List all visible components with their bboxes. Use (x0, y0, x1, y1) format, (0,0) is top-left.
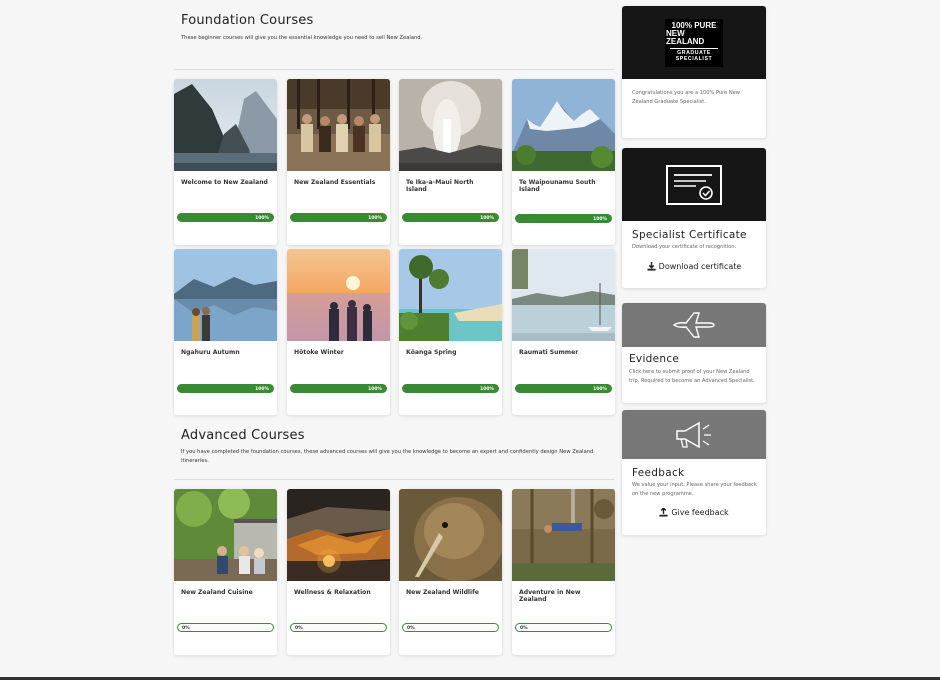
evidence-tile (622, 303, 766, 347)
course-card-summer[interactable]: Raumati Summer 100% (512, 249, 615, 415)
download-certificate-label: Download certificate (658, 261, 742, 271)
foundation-description: These beginner courses will give you the… (181, 35, 423, 41)
feedback-description: We value your input. Please share your f… (632, 482, 757, 497)
course-title: Ngahuru Autumn (181, 349, 240, 356)
progress-bar: 0% (290, 623, 387, 632)
course-card-adventure[interactable]: Adventure in New Zealand 0% (512, 489, 615, 655)
progress-label: 100% (368, 215, 382, 221)
progress-bar: 0% (402, 623, 499, 632)
progress-bar: 100% (177, 213, 274, 222)
progress-bar: 100% (402, 384, 499, 393)
progress-label: 100% (593, 386, 607, 392)
course-thumbnail (399, 249, 502, 341)
feedback-tile (622, 410, 766, 459)
airplane-icon (672, 312, 715, 338)
course-card-wellness[interactable]: Wellness & Relaxation 0% (287, 489, 390, 655)
progress-bar: 100% (290, 384, 387, 393)
progress-bar: 100% (290, 213, 387, 222)
download-certificate-button[interactable]: Download certificate (622, 261, 766, 271)
progress-label: 100% (255, 386, 269, 392)
certificate-icon (666, 164, 722, 205)
course-title: Raumati Summer (519, 349, 579, 356)
course-card-north-island[interactable]: Te Ika-a-Maui North Island 100% (399, 79, 502, 245)
graduate-specialist-logo: 100% PURE NEW ZEALAND GRADUATE SPECIALIS… (665, 18, 723, 67)
progress-bar: 100% (515, 384, 612, 393)
course-card-welcome[interactable]: Welcome to New Zealand 100% (174, 79, 277, 245)
advanced-description: If you have completed the foundation cou… (181, 449, 594, 464)
progress-label: 100% (593, 216, 607, 222)
progress-label: 0% (295, 625, 303, 631)
certificate-panel[interactable]: Specialist Certificate Download your cer… (622, 148, 766, 288)
foundation-header: Foundation Courses These beginner course… (181, 13, 422, 43)
logo-line2: NEW ZEALAND (666, 28, 705, 46)
upload-icon (659, 508, 668, 517)
advanced-header: Advanced Courses If you have completed t… (181, 428, 601, 465)
download-icon (647, 261, 656, 271)
foundation-title: Foundation Courses (181, 13, 314, 28)
course-title: Te Waipounamu South Island (519, 179, 596, 194)
certificate-tile (622, 148, 766, 221)
logo-line4: SPECIALIST (675, 56, 713, 63)
course-thumbnail (512, 489, 615, 581)
progress-label: 0% (407, 625, 415, 631)
course-title: Hōtoke Winter (294, 349, 344, 356)
divider (174, 479, 615, 480)
megaphone-icon (676, 421, 711, 448)
progress-label: 100% (255, 215, 269, 221)
course-title: New Zealand Wildlife (406, 589, 479, 596)
progress-label: 0% (520, 625, 528, 631)
feedback-title: Feedback (632, 467, 685, 479)
course-title: Adventure in New Zealand (519, 589, 581, 604)
course-thumbnail (287, 249, 390, 341)
course-thumbnail (512, 249, 615, 341)
course-card-essentials[interactable]: New Zealand Essentials 100% (287, 79, 390, 245)
course-thumbnail (174, 249, 277, 341)
course-thumbnail (287, 489, 390, 581)
feedback-panel[interactable]: Feedback We value your input. Please sha… (622, 410, 766, 535)
progress-bar: 100% (402, 213, 499, 222)
course-card-autumn[interactable]: Ngahuru Autumn 100% (174, 249, 277, 415)
course-title: New Zealand Essentials (294, 179, 376, 186)
specialist-badge-panel: 100% PURE NEW ZEALAND GRADUATE SPECIALIS… (622, 6, 766, 138)
course-title: Te Ika-a-Maui North Island (406, 179, 474, 194)
course-title: New Zealand Cuisine (181, 589, 253, 596)
progress-bar: 0% (515, 623, 612, 632)
course-thumbnail (287, 79, 390, 171)
course-thumbnail (512, 79, 615, 171)
course-thumbnail (174, 79, 277, 171)
progress-bar: 100% (515, 214, 612, 223)
course-card-spring[interactable]: Kōanga Spring 100% (399, 249, 502, 415)
certificate-description: Download your certificate of recognition… (632, 244, 737, 250)
progress-bar: 0% (177, 623, 274, 632)
course-thumbnail (399, 489, 502, 581)
course-card-winter[interactable]: Hōtoke Winter 100% (287, 249, 390, 415)
course-title: Welcome to New Zealand (181, 179, 268, 186)
badge-tile: 100% PURE NEW ZEALAND GRADUATE SPECIALIS… (622, 6, 766, 79)
certificate-title: Specialist Certificate (632, 229, 747, 241)
evidence-panel[interactable]: Evidence Click here to submit proof of y… (622, 303, 766, 403)
progress-label: 100% (368, 386, 382, 392)
evidence-description: Click here to submit proof of your New Z… (629, 369, 755, 384)
progress-bar: 100% (177, 384, 274, 393)
badge-description: Congratulations you are a 100% Pure New … (632, 90, 740, 105)
give-feedback-label: Give feedback (671, 508, 729, 518)
course-title: Kōanga Spring (406, 349, 457, 356)
course-title: Wellness & Relaxation (294, 589, 371, 596)
course-card-cuisine[interactable]: New Zealand Cuisine 0% (174, 489, 277, 655)
progress-label: 100% (480, 215, 494, 221)
progress-label: 100% (480, 386, 494, 392)
advanced-title: Advanced Courses (181, 428, 305, 443)
course-thumbnail (399, 79, 502, 171)
evidence-title: Evidence (629, 353, 680, 365)
course-card-south-island[interactable]: Te Waipounamu South Island 100% (512, 79, 615, 245)
divider (174, 69, 615, 70)
course-thumbnail (174, 489, 277, 581)
course-card-wildlife[interactable]: New Zealand Wildlife 0% (399, 489, 502, 655)
give-feedback-button[interactable]: Give feedback (622, 508, 766, 517)
logo-divider (670, 47, 718, 49)
progress-label: 0% (182, 625, 190, 631)
